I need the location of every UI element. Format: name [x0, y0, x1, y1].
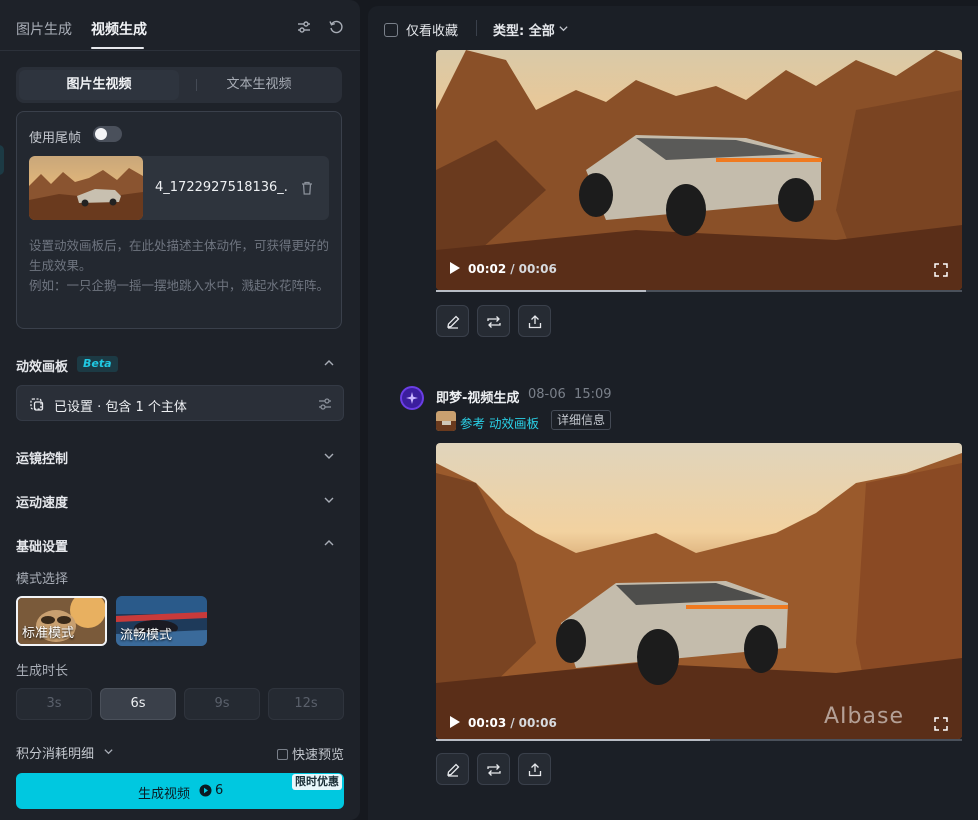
watermark: AIbase [824, 704, 904, 729]
uploaded-file[interactable]: 4_1722927518136_... [29, 156, 329, 220]
mode-select-label: 模式选择 [16, 572, 69, 587]
chevron-down-icon[interactable] [558, 23, 569, 34]
pencil-icon [447, 763, 460, 777]
file-name: 4_1722927518136_... [155, 180, 289, 195]
video-frame-1 [436, 50, 962, 290]
upload-icon [528, 315, 542, 329]
credit-icon [199, 784, 212, 797]
reference-thumbnail[interactable] [436, 411, 456, 431]
type-filter[interactable]: 类型: 全部 [493, 20, 555, 39]
video-progress-1[interactable] [436, 290, 962, 292]
chevron-up-icon[interactable] [323, 357, 335, 369]
motion-board-setting[interactable]: 已设置 · 包含 1 个主体 [16, 385, 344, 421]
pencil-icon [447, 315, 460, 329]
tail-frame-toggle[interactable] [93, 126, 122, 142]
uploaded-image-thumbnail [29, 156, 143, 220]
left-panel: 图片生成 视频生成 图片生视频 文本生视频 使用尾帧 4_17229275181… [0, 0, 360, 820]
share-button[interactable] [518, 753, 551, 785]
tune-icon[interactable] [317, 396, 333, 412]
quick-preview-label: 快速预览 [292, 748, 345, 763]
chevron-down-icon[interactable] [323, 494, 335, 506]
basic-settings-title[interactable]: 基础设置 [16, 536, 68, 555]
video-player-1[interactable]: 00:02/00:06 [436, 50, 962, 290]
motion-board-title: 动效画板 [16, 360, 69, 375]
edit-button[interactable] [436, 305, 469, 337]
segment-image-to-video[interactable]: 图片生视频 [19, 70, 179, 100]
camera-control-title[interactable]: 运镜控制 [16, 448, 68, 467]
promo-badge: 限时优惠 [292, 774, 342, 790]
beta-badge: Beta [77, 356, 118, 372]
generator-name: 即梦-视频生成 [436, 391, 520, 406]
tab-video-generation[interactable]: 视频生成 [91, 19, 147, 39]
active-tab-indicator [91, 47, 144, 49]
repeat-icon [487, 316, 501, 328]
favorites-checkbox[interactable] [384, 23, 398, 37]
mode-standard-label: 标准模式 [22, 626, 75, 641]
duration-label: 生成时长 [16, 664, 69, 679]
tail-frame-label: 使用尾帧 [29, 131, 82, 146]
fullscreen-icon[interactable] [934, 263, 948, 277]
regenerate-button[interactable] [477, 305, 510, 337]
fullscreen-icon[interactable] [934, 717, 948, 731]
quick-preview-option[interactable]: 快速预览 [277, 744, 344, 763]
generator-avatar [400, 386, 424, 410]
chevron-up-icon[interactable] [323, 537, 335, 549]
trash-icon[interactable] [299, 180, 315, 196]
play-icon[interactable] [450, 716, 460, 728]
chevron-down-icon[interactable] [103, 746, 114, 757]
generation-date: 08-06 [528, 387, 566, 402]
reset-icon[interactable] [328, 19, 344, 35]
duration-3s[interactable]: 3s [16, 688, 92, 720]
video-progress-fill-2 [436, 739, 710, 741]
segment-text-to-video[interactable]: 文本生视频 [179, 70, 339, 100]
video-progress-2[interactable] [436, 739, 962, 741]
video-time-2: 00:03/00:06 [450, 716, 557, 730]
generate-cost: 6 [215, 783, 224, 798]
tab-image-generation[interactable]: 图片生成 [16, 19, 72, 39]
results-panel: 仅看收藏 类型: 全部 00:02/00:06 即梦-视频生成 08-06 15… [368, 6, 978, 820]
reference-label[interactable]: 参考 动效画板 [460, 413, 539, 432]
quick-preview-checkbox[interactable] [277, 749, 288, 760]
mode-standard[interactable]: 标准模式 [16, 596, 107, 646]
video-progress-fill-1 [436, 290, 647, 292]
motion-speed-title[interactable]: 运动速度 [16, 492, 68, 511]
details-button[interactable]: 详细信息 [551, 410, 612, 430]
duration-6s[interactable]: 6s [100, 688, 176, 720]
mode-smooth[interactable]: 流畅模式 [116, 596, 207, 646]
chevron-down-icon[interactable] [323, 450, 335, 462]
video-frame-2 [436, 443, 962, 739]
video-total-time: 00:06 [518, 716, 557, 730]
duration-12s[interactable]: 12s [268, 688, 344, 720]
mode-segment: 图片生视频 文本生视频 [16, 67, 342, 103]
play-icon[interactable] [450, 262, 460, 274]
side-handle[interactable] [0, 145, 4, 175]
mode-smooth-label: 流畅模式 [120, 628, 173, 643]
video-player-2[interactable]: 00:03/00:06 [436, 443, 962, 739]
video-time-1: 00:02/00:06 [450, 262, 557, 276]
sparkle-icon [406, 392, 418, 404]
top-tabs: 图片生成 视频生成 [0, 0, 360, 51]
favorites-filter[interactable]: 仅看收藏 [384, 20, 458, 39]
generation-time: 15:09 [574, 387, 612, 402]
generation-timestamp: 08-06 15:09 [528, 387, 612, 402]
upload-card: 使用尾帧 4_1722927518136_... 设置动效画板后，在此处描述主体… [16, 111, 342, 329]
share-button[interactable] [518, 305, 551, 337]
duration-9s[interactable]: 9s [184, 688, 260, 720]
adjust-icon[interactable] [296, 19, 312, 35]
motion-board-status: 已设置 · 包含 1 个主体 [54, 400, 187, 415]
repeat-icon [487, 764, 501, 776]
video-total-time: 00:06 [518, 262, 557, 276]
credits-detail[interactable]: 积分消耗明细 [16, 743, 94, 762]
favorites-label: 仅看收藏 [406, 24, 459, 39]
video-current-time: 00:02 [468, 262, 507, 276]
generate-label: 生成视频 [138, 787, 191, 802]
motion-board-icon [30, 398, 44, 411]
prompt-hint[interactable]: 设置动效画板后，在此处描述主体动作，可获得更好的生成效果。 例如：一只企鹅一摇一… [29, 236, 331, 296]
filter-divider [476, 20, 477, 36]
edit-button[interactable] [436, 753, 469, 785]
regenerate-button[interactable] [477, 753, 510, 785]
upload-icon [528, 763, 542, 777]
video-current-time: 00:03 [468, 716, 507, 730]
